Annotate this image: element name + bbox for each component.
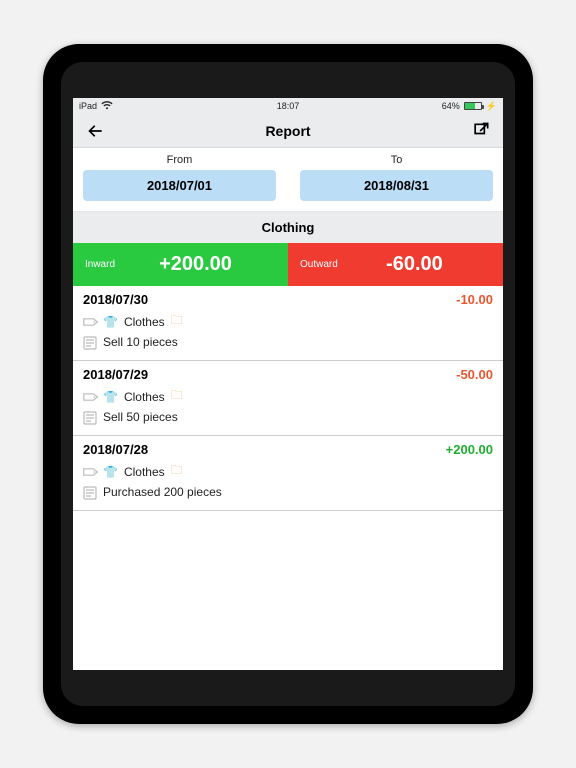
transaction-row[interactable]: 2018/07/29 -50.00 👕 Clothes 🗀 Sell 50 pieces <box>73 361 503 436</box>
inward-total: Inward +200.00 <box>73 243 288 286</box>
battery-pct: 64% <box>442 101 460 111</box>
note-icon <box>83 336 97 348</box>
note-icon <box>83 411 97 423</box>
tx-amount: -50.00 <box>456 367 493 382</box>
transaction-list[interactable]: 2018/07/30-10.00👕Clothes🗀Sell 10 pieces2… <box>73 286 503 670</box>
to-date-button[interactable]: 2018/08/31 <box>300 170 493 201</box>
back-button[interactable] <box>83 119 107 143</box>
tag-icon <box>83 391 97 403</box>
category-header: Clothing <box>73 212 503 243</box>
from-label: From <box>167 154 193 166</box>
folder-icon: 🗀 <box>171 461 183 482</box>
tx-date: 2018/07/30 <box>83 292 148 307</box>
tx-note: Sell 10 pieces <box>103 335 178 349</box>
tx-date: 2018/07/28 <box>83 442 148 457</box>
nav-bar: Report <box>73 114 503 148</box>
outward-label: Outward <box>300 259 338 270</box>
clothes-icon: 👕 <box>103 465 118 479</box>
to-label: To <box>391 154 403 166</box>
tx-tag: Clothes <box>124 390 165 404</box>
share-button[interactable] <box>469 119 493 143</box>
tx-date: 2018/07/29 <box>83 367 148 382</box>
tx-note: Purchased 200 pieces <box>103 485 222 499</box>
date-range: From 2018/07/01 To 2018/08/31 <box>73 148 503 212</box>
tag-icon <box>83 316 97 328</box>
charging-icon: ⚡ <box>486 101 497 112</box>
folder-icon: 🗀 <box>171 311 183 332</box>
tx-tag: Clothes <box>124 315 165 329</box>
tag-icon <box>83 466 97 478</box>
clothes-icon: 👕 <box>103 315 118 329</box>
note-icon <box>83 486 97 498</box>
inward-label: Inward <box>85 259 115 270</box>
outward-total: Outward -60.00 <box>288 243 503 286</box>
from-date-button[interactable]: 2018/07/01 <box>83 170 276 201</box>
totals-bar: Inward +200.00 Outward -60.00 <box>73 243 503 286</box>
device-frame: iPad 18:07 64% ⚡ Report <box>43 44 533 724</box>
page-title: Report <box>265 123 310 139</box>
device-inner: iPad 18:07 64% ⚡ Report <box>61 62 515 706</box>
outward-value: -60.00 <box>338 253 491 276</box>
inward-value: +200.00 <box>115 253 276 276</box>
tx-note: Sell 50 pieces <box>103 410 178 424</box>
screen: iPad 18:07 64% ⚡ Report <box>73 98 503 670</box>
transaction-row[interactable]: 2018/07/30 -10.00 👕 Clothes 🗀 Sell 10 pieces <box>73 286 503 361</box>
folder-icon: 🗀 <box>171 386 183 407</box>
carrier-label: iPad <box>79 101 97 111</box>
status-bar: iPad 18:07 64% ⚡ <box>73 98 503 114</box>
tx-tag: Clothes <box>124 465 165 479</box>
tx-amount: +200.00 <box>446 442 493 457</box>
clock: 18:07 <box>277 101 300 111</box>
battery-icon <box>464 102 482 110</box>
wifi-icon <box>101 101 113 112</box>
tx-amount: -10.00 <box>456 292 493 307</box>
transaction-row[interactable]: 2018/07/28 +200.00 👕 Clothes 🗀 Purchased 200 … <box>73 436 503 511</box>
clothes-icon: 👕 <box>103 390 118 404</box>
